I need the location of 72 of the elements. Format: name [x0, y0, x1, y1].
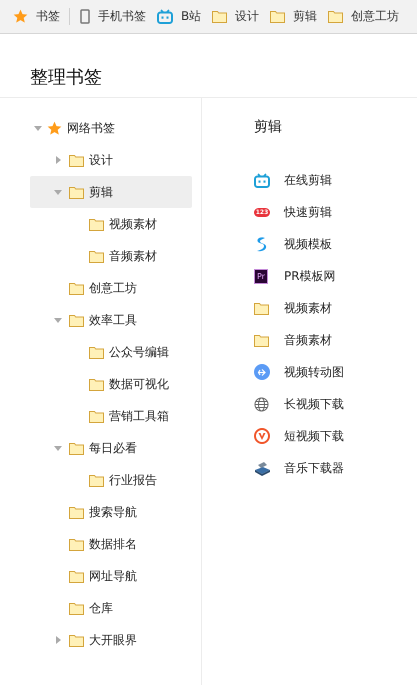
- folder-icon: [89, 250, 104, 262]
- folder-icon: [89, 410, 104, 422]
- tree-item[interactable]: 剪辑: [89, 184, 113, 200]
- tree-item[interactable]: 数据可视化: [109, 376, 169, 392]
- folder-icon: [69, 570, 84, 582]
- folder-icon: [89, 474, 104, 486]
- tree-item[interactable]: 音频素材: [109, 248, 157, 264]
- globe-icon: [254, 396, 269, 412]
- folder-icon: [69, 602, 84, 614]
- folder-icon: [69, 314, 84, 326]
- star-icon: [13, 9, 28, 24]
- v-logo-icon: [254, 428, 270, 444]
- folder-icon: [212, 10, 228, 23]
- expand-arrow-icon[interactable]: [56, 636, 60, 644]
- folder-icon: [69, 538, 84, 550]
- folder-icon: [254, 334, 269, 346]
- folder-icon: [69, 154, 84, 166]
- folder-icon: [89, 218, 104, 230]
- tree-item[interactable]: 大开眼界: [89, 632, 137, 648]
- bookmark-item[interactable]: 音乐下载器: [284, 460, 344, 476]
- bookmark-item[interactable]: 短视频下载: [284, 428, 344, 444]
- tree-item[interactable]: 网址导航: [89, 568, 137, 584]
- collapse-arrow-icon[interactable]: [34, 126, 42, 130]
- folder-icon: [254, 302, 269, 314]
- bookmark-link[interactable]: B站: [181, 8, 202, 25]
- collapse-arrow-icon[interactable]: [54, 318, 62, 322]
- expand-arrow-icon[interactable]: [56, 156, 60, 164]
- bookmark-item[interactable]: PR模板网: [284, 268, 336, 284]
- bookmark-link[interactable]: 剪辑: [293, 8, 318, 25]
- collapse-arrow-icon[interactable]: [54, 446, 62, 450]
- tree-item[interactable]: 网络书签: [67, 120, 115, 136]
- tree-item[interactable]: 公众号编辑: [109, 344, 169, 360]
- bookmark-item[interactable]: 音频素材: [284, 332, 332, 348]
- bookmark-item[interactable]: 视频模板: [284, 236, 332, 252]
- bookmark-link[interactable]: 创意工坊: [351, 8, 400, 25]
- phone-icon: [80, 9, 90, 24]
- bookmark-item[interactable]: 视频转动图: [284, 364, 344, 380]
- folder-icon: [69, 506, 84, 518]
- folder-icon: [69, 186, 84, 198]
- bookmark-item[interactable]: 在线剪辑: [284, 172, 332, 188]
- folder-icon: [69, 634, 84, 646]
- folder-icon: [69, 442, 84, 454]
- tree-item[interactable]: 视频素材: [109, 216, 157, 232]
- tree-item[interactable]: 效率工具: [89, 312, 137, 328]
- tree-item[interactable]: 数据排名: [89, 536, 137, 552]
- page-title: 整理书签: [29, 66, 103, 89]
- premiere-icon: Pr: [254, 268, 268, 284]
- star-icon: [47, 120, 62, 136]
- tv-icon: [254, 172, 270, 188]
- tree-item[interactable]: 创意工坊: [89, 280, 137, 296]
- folder-icon: [270, 10, 286, 23]
- folder-icon: [89, 378, 104, 390]
- tree-item[interactable]: 行业报告: [109, 472, 157, 488]
- bookmark-item[interactable]: 长视频下载: [284, 396, 344, 412]
- share-icon: [254, 364, 270, 380]
- tree-item[interactable]: 每日必看: [89, 440, 137, 456]
- folder-icon: [89, 346, 104, 358]
- tv-icon: [157, 9, 173, 24]
- bookmark-link[interactable]: 手机书签: [98, 8, 146, 25]
- bookmark-link[interactable]: 书签: [36, 8, 60, 25]
- tree-item[interactable]: 搜索导航: [89, 504, 137, 520]
- bookmark-link[interactable]: 设计: [235, 8, 260, 25]
- collapse-arrow-icon[interactable]: [54, 190, 62, 194]
- record-player-icon: [254, 460, 271, 476]
- bookmark-item[interactable]: 视频素材: [284, 300, 332, 316]
- folder-title: 剪辑: [254, 118, 283, 136]
- tree-item[interactable]: 营销工具箱: [109, 408, 169, 424]
- tree-item[interactable]: 设计: [89, 152, 113, 168]
- folder-icon: [328, 10, 344, 23]
- tree-item[interactable]: 仓库: [89, 600, 113, 616]
- folder-icon: [69, 282, 84, 294]
- bookmark-item[interactable]: 快速剪辑: [284, 204, 332, 220]
